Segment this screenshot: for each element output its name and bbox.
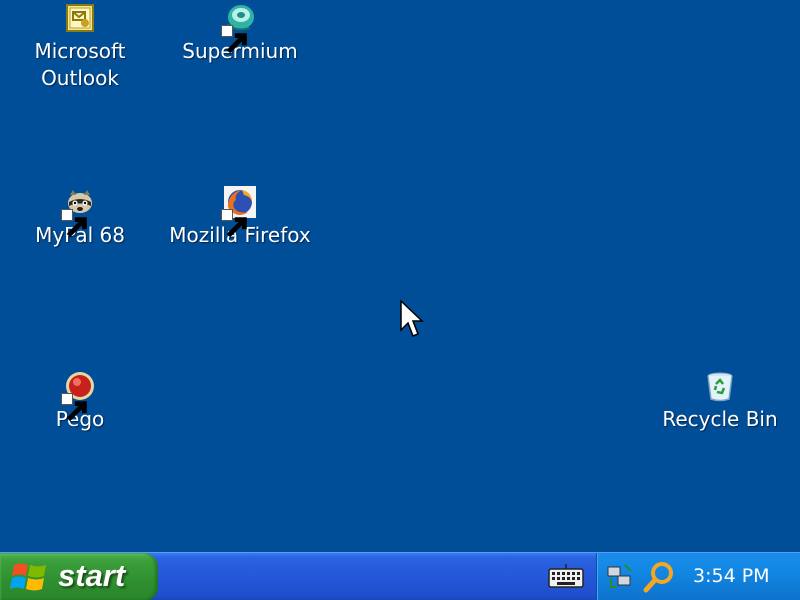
start-label: start xyxy=(58,558,126,593)
desktop-icon-microsoft-outlook[interactable]: Microsoft Outlook xyxy=(0,2,160,92)
keyboard-icon[interactable] xyxy=(548,563,584,591)
desktop-icon-mozilla-firefox[interactable]: Mozilla Firefox xyxy=(160,186,320,249)
pego-icon xyxy=(61,370,96,422)
desktop-icon-supermium[interactable]: Supermium xyxy=(160,2,320,65)
desktop-icon-mypal-68[interactable]: MyPal 68 xyxy=(0,186,160,249)
desktop-icon-label: Microsoft Outlook xyxy=(34,39,126,90)
shortcut-arrow-icon xyxy=(61,393,87,422)
desktop-icon-pego[interactable]: Pego xyxy=(0,370,160,433)
search-icon[interactable] xyxy=(643,561,675,593)
taskbar: start 3:54 PM xyxy=(0,552,800,600)
desktop: Microsoft Outlook Supermium MyPal 68 Moz… xyxy=(0,0,800,552)
desktop-icon-recycle-bin[interactable]: Recycle Bin xyxy=(640,370,800,433)
outlook-icon xyxy=(64,2,96,34)
shortcut-arrow-icon xyxy=(221,25,247,54)
windows-logo-icon xyxy=(10,563,46,591)
system-tray: 3:54 PM xyxy=(596,553,800,600)
start-button[interactable]: start xyxy=(0,553,158,600)
firefox-icon xyxy=(221,186,256,238)
mypal-icon xyxy=(61,186,96,238)
shortcut-arrow-icon xyxy=(61,209,87,238)
network-icon[interactable] xyxy=(605,561,635,593)
shortcut-arrow-icon xyxy=(221,209,247,238)
supermium-icon xyxy=(221,2,256,54)
recycle-bin-icon xyxy=(704,370,736,402)
mouse-pointer-icon xyxy=(400,300,424,337)
clock[interactable]: 3:54 PM xyxy=(693,565,770,587)
desktop-icon-label: Recycle Bin xyxy=(662,407,778,431)
